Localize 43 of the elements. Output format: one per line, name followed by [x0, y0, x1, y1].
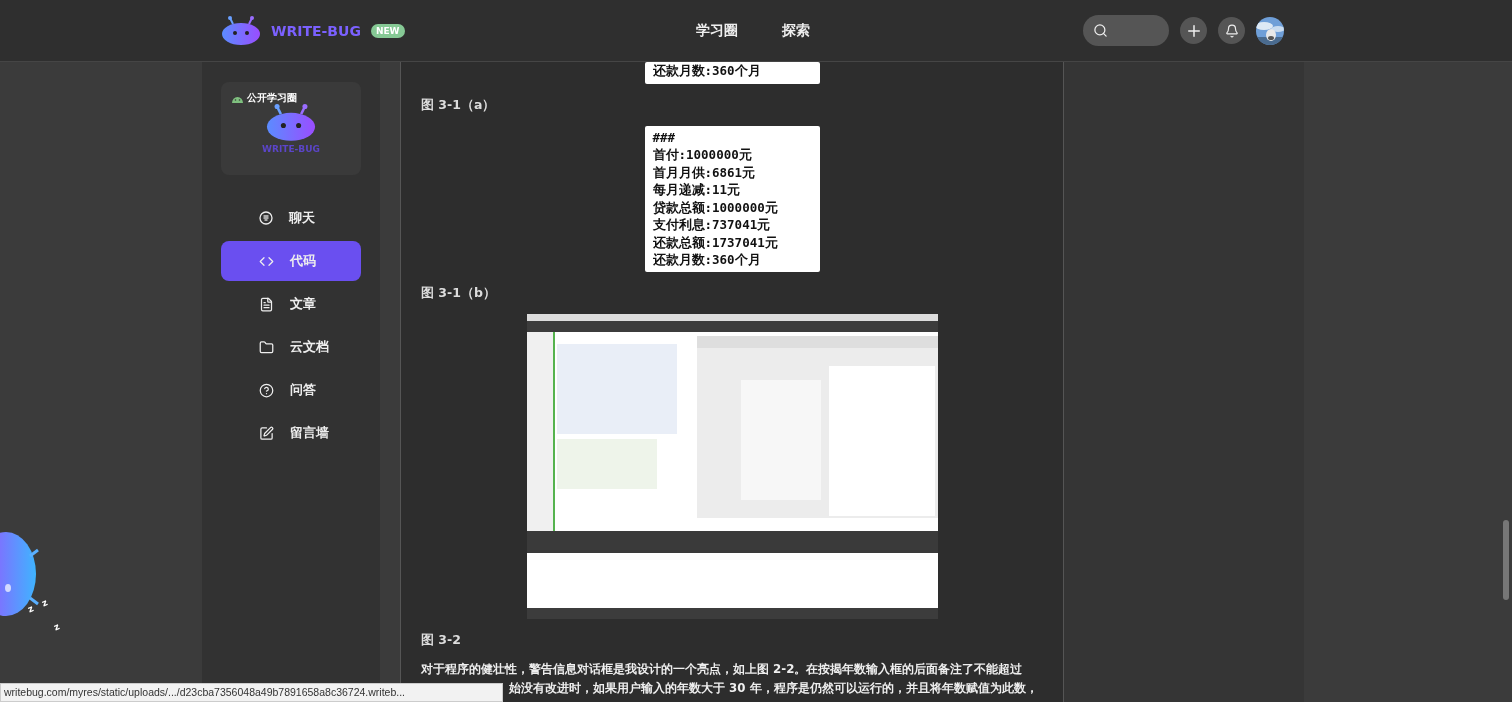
sidebar-item[interactable]: 文章 — [221, 284, 361, 324]
sleep-mark: z — [52, 621, 62, 633]
result-line: 首付:1000000元 — [652, 146, 753, 164]
sidebar-item[interactable]: 问答 — [221, 370, 361, 410]
paragraph-line: 对于程序的健壮性，警告信息对话框是我设计的一个亮点，如上图 2-2。在按揭年数输入框的后面备注了不能超过 — [421, 660, 1023, 678]
scrollbar[interactable] — [1503, 520, 1509, 600]
edit-icon — [259, 425, 274, 441]
result-line: ### — [652, 128, 677, 146]
notification-button[interactable] — [1218, 17, 1245, 44]
result-line: 每月递减:11元 — [652, 181, 742, 199]
chat-icon — [259, 211, 273, 225]
document-icon — [259, 296, 274, 312]
search-field[interactable] — [1083, 15, 1169, 46]
result-line: 首月月供:6861元 — [652, 163, 757, 181]
search-icon — [1093, 23, 1108, 38]
figure-caption: 图 3-2 — [421, 631, 461, 649]
paragraph-line: 始没有改进时，如果用户输入的年数大于 30 年，程序是仍然可以运行的，并且将年数赋值为此数， — [509, 679, 1038, 697]
result-line: 贷款总额:1000000元 — [652, 198, 779, 216]
result-line: 还款月数:360个月 — [652, 62, 762, 80]
figure-caption: 图 3-1（a） — [421, 96, 496, 114]
folder-icon — [259, 339, 274, 355]
bell-icon — [1224, 23, 1239, 38]
new-badge: NEW — [370, 23, 405, 38]
figure-caption: 图 3-1（b） — [421, 284, 496, 302]
sleep-mark: z — [40, 597, 50, 609]
sidebar-item[interactable]: 代码 — [221, 241, 361, 281]
nav-link[interactable]: 探索 — [781, 21, 810, 40]
logo-text: WRITE-BUG — [271, 22, 361, 39]
nav-link[interactable]: 学习圈 — [695, 21, 738, 40]
sidebar-item[interactable]: 留言墙 — [221, 413, 361, 453]
sidebar-item[interactable]: 云文档 — [221, 327, 361, 367]
circle-tag: 公开学习圈 — [247, 91, 297, 105]
result-line: 还款总额:1737041元 — [652, 233, 779, 251]
link-preview[interactable]: writebug.com/myres/static/uploads/.../d23cba7356048a49b7891658a8c36724.writeb... — [0, 683, 503, 702]
sleep-mark: z — [26, 603, 36, 615]
result-line: 支付利息:737041元 — [652, 216, 772, 234]
add-button[interactable] — [1180, 17, 1207, 44]
result-line: 还款月数:360个月 — [652, 251, 762, 269]
circle-card[interactable]: 公开学习圈 WRITE-BUG — [221, 82, 361, 175]
help-icon — [259, 382, 274, 398]
circle-name: WRITE-BUG — [262, 143, 320, 154]
logo-icon — [221, 15, 261, 46]
sidebar-item[interactable]: 聊天 — [221, 198, 361, 238]
